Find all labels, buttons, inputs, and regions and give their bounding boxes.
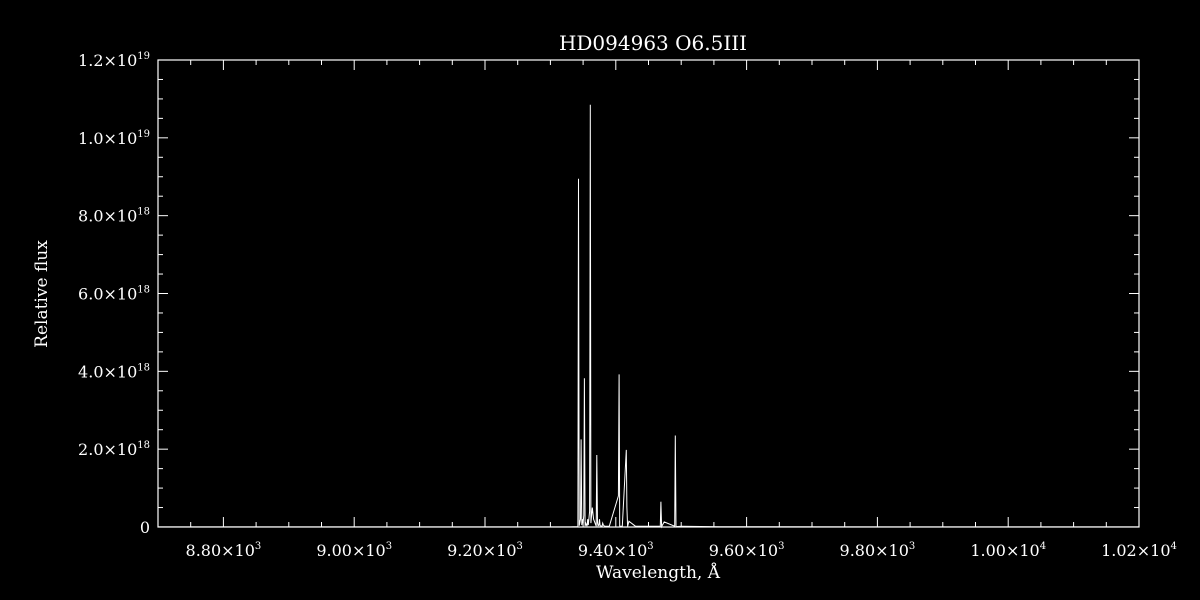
x-tick-label: 1.02×104 <box>1101 541 1177 560</box>
x-tick-label: 9.40×103 <box>578 541 654 560</box>
plot-frame <box>157 59 1140 528</box>
x-tick-label: 9.00×103 <box>316 541 392 560</box>
y-tick-label: 0 <box>140 518 150 537</box>
spectrum-chart: HD094963 O6.5III 8.80×103 9.00×103 9.20×10… <box>32 31 1177 583</box>
y-tick-label: 4.0×1018 <box>78 362 150 381</box>
chart-title: HD094963 O6.5III <box>559 31 747 55</box>
y-axis-label: Relative flux <box>32 240 52 348</box>
y-tick-label: 1.2×1019 <box>78 51 150 70</box>
x-tick-label: 9.60×103 <box>709 541 785 560</box>
x-tick-label: 8.80×103 <box>186 541 262 560</box>
x-tick-label: 1.00×104 <box>970 541 1046 560</box>
x-tick-label: 9.20×103 <box>447 541 523 560</box>
y-axis: 0 2.0×1018 4.0×1018 6.0×1018 8.0×1018 1.0×101… <box>78 51 1139 537</box>
x-axis: 8.80×103 9.00×103 9.20×103 9.40×103 9.60×103… <box>157 60 1177 560</box>
y-tick-label: 6.0×1018 <box>78 285 150 304</box>
y-tick-label: 2.0×1018 <box>78 440 150 459</box>
y-tick-label: 1.0×1019 <box>78 129 150 148</box>
spectrum-line <box>158 104 1140 529</box>
y-tick-label: 8.0×1018 <box>78 207 150 226</box>
x-axis-label: Wavelength, Å <box>596 562 721 583</box>
x-tick-label: 9.80×103 <box>840 541 916 560</box>
